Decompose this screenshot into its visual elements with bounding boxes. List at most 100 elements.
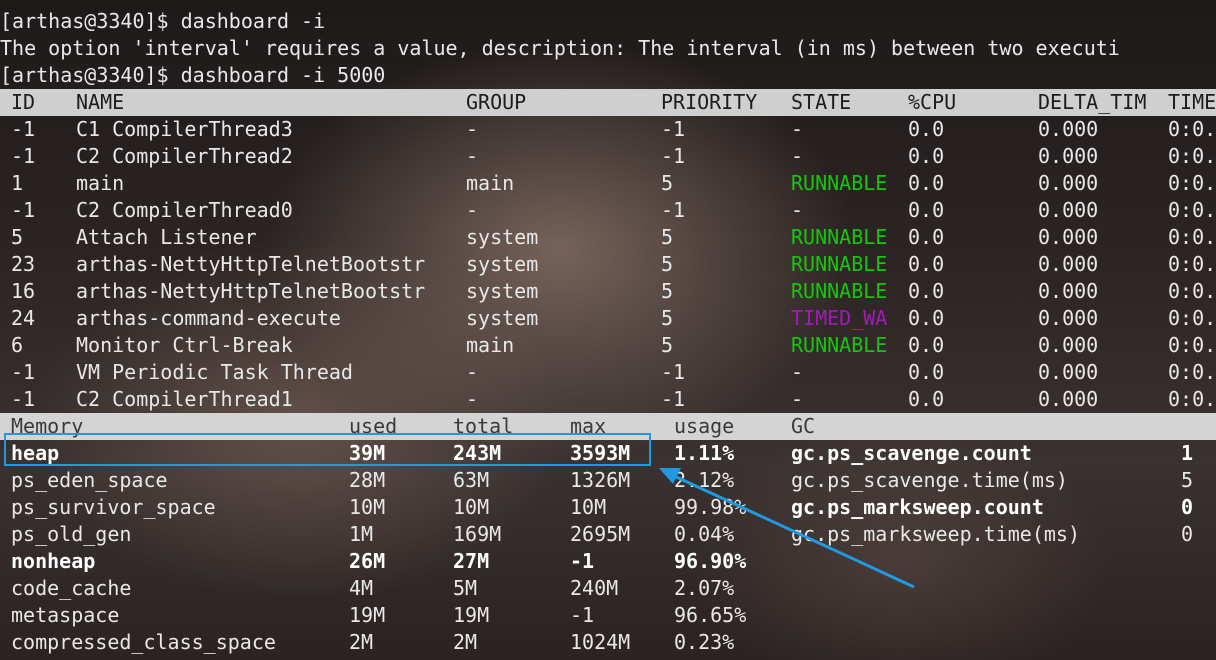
memory-row: compressed_class_space 2M 2M 1024M 0.23% — [0, 629, 1216, 656]
memory-total: 19M — [453, 603, 490, 627]
thread-delta-time: 0.000 — [1038, 360, 1099, 384]
memory-name: code_cache — [11, 576, 132, 600]
thread-group: system — [466, 279, 539, 303]
thread-delta-time: 0.000 — [1038, 252, 1099, 276]
thread-name: arthas-NettyHttpTelnetBootstr — [76, 279, 426, 303]
thread-time: 0:0. — [1168, 306, 1216, 330]
gc-name: gc.ps_marksweep.count — [791, 495, 1044, 519]
thread-time: 0:0. — [1168, 279, 1216, 303]
memory-usage: 96.65% — [674, 603, 747, 627]
thread-cpu: 0.0 — [908, 198, 945, 222]
thread-table-header: ID NAME GROUP PRIORITY STATE %CPU DELTA_… — [0, 89, 1216, 116]
thread-id: -1 — [11, 144, 36, 168]
thread-row: 1 main main 5 RUNNABLE 0.0 0.000 0:0. — [0, 170, 1216, 197]
thread-row: 16 arthas-NettyHttpTelnetBootstr system 5 RU… — [0, 278, 1216, 305]
thread-cpu: 0.0 — [908, 387, 945, 411]
thread-state: RUNNABLE — [791, 333, 888, 357]
thread-delta-time: 0.000 — [1038, 225, 1099, 249]
gc-value: 0 — [1181, 495, 1194, 519]
thread-name: Monitor Ctrl-Break — [76, 333, 293, 357]
thread-priority: -1 — [661, 144, 686, 168]
thread-priority: 5 — [661, 225, 674, 249]
col-header-usage: usage — [674, 414, 735, 438]
thread-group: system — [466, 306, 539, 330]
memory-usage: 0.04% — [674, 522, 735, 546]
memory-row: nonheap 26M 27M -1 96.90% — [0, 548, 1216, 575]
thread-delta-time: 0.000 — [1038, 387, 1099, 411]
thread-name: C2 CompilerThread0 — [76, 198, 293, 222]
thread-delta-time: 0.000 — [1038, 171, 1099, 195]
thread-row: -1 C2 CompilerThread0 - -1 - 0.0 0.000 0:0. — [0, 197, 1216, 224]
thread-cpu: 0.0 — [908, 360, 945, 384]
memory-total: 169M — [453, 522, 502, 546]
command-line: [arthas@3340]$ dashboard -i 5000 — [0, 63, 386, 87]
memory-usage: 0.23% — [674, 630, 735, 654]
memory-total: 63M — [453, 468, 490, 492]
thread-group: - — [466, 144, 479, 168]
thread-state: RUNNABLE — [791, 225, 888, 249]
thread-time: 0:0. — [1168, 252, 1216, 276]
thread-delta-time: 0.000 — [1038, 279, 1099, 303]
memory-name: ps_eden_space — [11, 468, 168, 492]
thread-time: 0:0. — [1168, 225, 1216, 249]
col-header-name: NAME — [76, 90, 125, 114]
thread-cpu: 0.0 — [908, 333, 945, 357]
thread-time: 0:0. — [1168, 171, 1216, 195]
thread-cpu: 0.0 — [908, 252, 945, 276]
col-header-priority: PRIORITY — [661, 90, 758, 114]
thread-priority: 5 — [661, 306, 674, 330]
thread-cpu: 0.0 — [908, 279, 945, 303]
memory-max: 10M — [570, 495, 607, 519]
thread-state: - — [791, 387, 804, 411]
thread-time: 0:0. — [1168, 117, 1216, 141]
command-line: [arthas@3340]$ dashboard -i — [0, 9, 326, 33]
thread-priority: -1 — [661, 387, 686, 411]
memory-name: ps_survivor_space — [11, 495, 216, 519]
memory-max: 1024M — [570, 630, 631, 654]
thread-row: 6 Monitor Ctrl-Break main 5 RUNNABLE 0.0 0.000… — [0, 332, 1216, 359]
memory-used: 28M — [349, 468, 386, 492]
thread-time: 0:0. — [1168, 333, 1216, 357]
col-header-time: TIME — [1168, 90, 1216, 114]
thread-row: -1 C1 CompilerThread3 - -1 - 0.0 0.000 0:0. — [0, 116, 1216, 143]
gc-value: 0 — [1181, 522, 1194, 546]
thread-id: -1 — [11, 117, 36, 141]
thread-priority: -1 — [661, 117, 686, 141]
thread-time: 0:0. — [1168, 144, 1216, 168]
thread-state: - — [791, 360, 804, 384]
thread-row: -1 C2 CompilerThread2 - -1 - 0.0 0.000 0:0. — [0, 143, 1216, 170]
col-header-gc: GC — [791, 414, 816, 438]
thread-priority: 5 — [661, 333, 674, 357]
thread-name: C2 CompilerThread1 — [76, 387, 293, 411]
thread-priority: -1 — [661, 198, 686, 222]
thread-id: 6 — [11, 333, 24, 357]
heap-row-highlight-box — [4, 433, 651, 466]
thread-row: 5 Attach Listener system 5 RUNNABLE 0.0 0.000 0… — [0, 224, 1216, 251]
thread-name: arthas-command-execute — [76, 306, 341, 330]
thread-delta-time: 0.000 — [1038, 306, 1099, 330]
thread-group: - — [466, 198, 479, 222]
thread-name: VM Periodic Task Thread — [76, 360, 353, 384]
memory-used: 19M — [349, 603, 386, 627]
thread-priority: 5 — [661, 279, 674, 303]
gc-name: gc.ps_scavenge.time(ms) — [791, 468, 1068, 492]
memory-total: 2M — [453, 630, 478, 654]
col-header-group: GROUP — [466, 90, 527, 114]
memory-used: 4M — [349, 576, 374, 600]
thread-name: C2 CompilerThread2 — [76, 144, 293, 168]
thread-row: -1 VM Periodic Task Thread - -1 - 0.0 0.000 0:0… — [0, 359, 1216, 386]
thread-cpu: 0.0 — [908, 171, 945, 195]
thread-priority: -1 — [661, 360, 686, 384]
col-header-id: ID — [11, 90, 36, 114]
thread-id: 16 — [11, 279, 36, 303]
gc-value: 5 — [1181, 468, 1194, 492]
gc-name: gc.ps_scavenge.count — [791, 441, 1032, 465]
thread-cpu: 0.0 — [908, 225, 945, 249]
thread-id: -1 — [11, 360, 36, 384]
memory-max: 2695M — [570, 522, 631, 546]
thread-id: 23 — [11, 252, 36, 276]
col-header-delta-time: DELTA_TIM — [1038, 90, 1147, 114]
thread-state: RUNNABLE — [791, 279, 888, 303]
thread-delta-time: 0.000 — [1038, 333, 1099, 357]
memory-name: metaspace — [11, 603, 120, 627]
